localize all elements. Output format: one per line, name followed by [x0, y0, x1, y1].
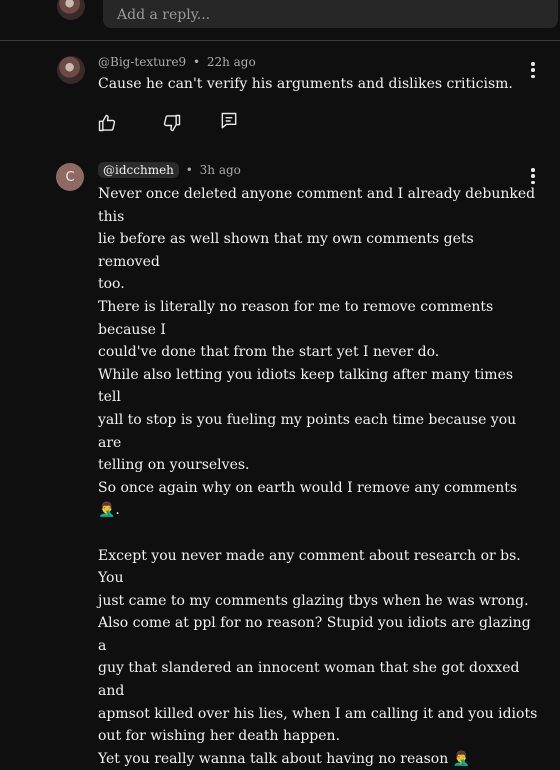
comment-text: Never once deleted anyone comment and I … [98, 183, 538, 770]
comment-avatar[interactable] [57, 56, 85, 84]
comment-line: Except you never made any comment about … [98, 547, 521, 587]
comment-line: apmsot killed over his lies, when I am c… [98, 705, 538, 722]
comment-meta: @Big-texture9 • 22h ago [98, 55, 256, 69]
comment-line: Yet you really wanna talk about having n… [98, 750, 471, 767]
reply-input[interactable]: Add a reply... [103, 0, 558, 28]
comment-line: There is literally no reason for me to r… [98, 298, 494, 338]
comment-line: out for wishing her death happen. [98, 728, 341, 745]
comment-avatar[interactable]: C [56, 163, 84, 191]
reply-bar: Add a reply... [0, 0, 560, 41]
meta-separator: • [192, 55, 201, 69]
comment-line: While also letting you idiots keep talki… [98, 366, 514, 406]
comment-line: So once again why on earth would I remov… [98, 479, 518, 519]
comment-line: yall to stop is you fueling my points ea… [98, 411, 517, 451]
reply-comment-icon[interactable] [219, 111, 239, 131]
comment-meta: @idcchmeh • 3h ago [98, 162, 241, 178]
user-avatar[interactable] [57, 0, 85, 20]
comment-line: telling on yourselves. [98, 457, 250, 474]
comment-author[interactable]: @Big-texture9 [98, 55, 186, 69]
comment-line: guy that slandered an innocent woman tha… [98, 660, 520, 700]
thumbs-up-icon[interactable] [97, 113, 117, 133]
comment-line-blank [98, 522, 538, 545]
thumbs-down-icon[interactable] [162, 113, 182, 133]
meta-separator: • [185, 163, 193, 177]
comment-line: just came to my comments glazing tbys wh… [98, 592, 529, 609]
comment-text: Cause he can't verify his arguments and … [98, 73, 538, 96]
comment-author[interactable]: @idcchmeh [98, 162, 179, 178]
comment-line: too. [98, 276, 125, 293]
comment-time[interactable]: 22h ago [207, 55, 256, 69]
comment-line: Also come at ppl for no reason? Stupid y… [98, 615, 531, 654]
comment-line: could've done that from the start yet I … [98, 344, 440, 361]
comment-line: Never once deleted anyone comment and I … [98, 186, 536, 225]
comment-time[interactable]: 3h ago [200, 163, 241, 177]
comment-line: lie before as well shown that my own com… [98, 231, 474, 270]
comment-line: Cause he can't verify his arguments and … [98, 76, 513, 92]
